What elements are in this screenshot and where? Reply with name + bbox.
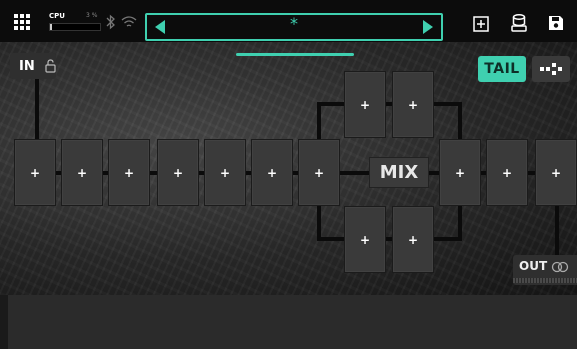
preset-selector[interactable]: * — [145, 13, 443, 41]
cpu-bar — [49, 23, 101, 31]
top-bar: CPU 3 % * — [0, 0, 577, 42]
add-icon: + — [550, 165, 562, 180]
bottom-panel-right[interactable] — [392, 295, 577, 349]
save-icon[interactable] — [545, 12, 567, 34]
block-slot-1[interactable]: + — [14, 139, 56, 206]
input-button[interactable]: IN — [10, 53, 56, 79]
add-icon: + — [501, 165, 513, 180]
add-icon: + — [407, 232, 419, 247]
block-slot-7[interactable]: + — [298, 139, 340, 206]
cpu-meter: CPU 3 % — [46, 12, 102, 34]
add-icon: + — [407, 97, 419, 112]
block-slot-lower-2[interactable]: + — [392, 206, 434, 273]
mix-block[interactable]: MIX — [369, 157, 429, 188]
block-slot-upper-1[interactable]: + — [344, 71, 386, 138]
block-slot-upper-2[interactable]: + — [392, 71, 434, 138]
block-slot-lower-1[interactable]: + — [344, 206, 386, 273]
add-icon: + — [313, 165, 325, 180]
block-slot-5[interactable]: + — [204, 139, 246, 206]
grid-menu-icon[interactable] — [8, 10, 36, 34]
block-slot-8[interactable]: + — [439, 139, 481, 206]
block-slot-9[interactable]: + — [486, 139, 528, 206]
add-icon: + — [219, 165, 231, 180]
output-label: OUT — [519, 259, 548, 273]
add-icon: + — [76, 165, 88, 180]
add-icon: + — [172, 165, 184, 180]
output-meter — [513, 278, 577, 283]
split-bottom-wire — [317, 237, 462, 241]
add-icon: + — [454, 165, 466, 180]
output-button[interactable]: OUT — [513, 255, 577, 285]
add-icon: + — [359, 232, 371, 247]
layout-button[interactable] — [532, 56, 570, 82]
block-slot-4[interactable]: + — [157, 139, 199, 206]
preset-name: * — [290, 14, 298, 33]
link-icon — [551, 261, 569, 273]
add-block-icon[interactable] — [470, 13, 492, 35]
add-icon: + — [29, 165, 41, 180]
library-icon[interactable] — [508, 12, 530, 34]
wifi-icon — [120, 13, 138, 31]
split-top-wire — [317, 102, 462, 106]
block-slot-10[interactable]: + — [535, 139, 577, 206]
unlock-icon — [45, 59, 56, 73]
add-icon: + — [359, 97, 371, 112]
block-slot-3[interactable]: + — [108, 139, 150, 206]
tail-button[interactable]: TAIL — [478, 56, 526, 82]
bottom-panel-center[interactable] — [202, 295, 393, 349]
cpu-bar-fill — [50, 24, 52, 30]
bottom-panel-left[interactable] — [8, 295, 203, 349]
next-preset-icon[interactable] — [423, 20, 433, 34]
cpu-label: CPU — [49, 12, 65, 20]
input-label: IN — [19, 58, 35, 74]
cpu-percent: 3 % — [86, 12, 98, 19]
bluetooth-icon — [104, 13, 118, 31]
layout-icon — [539, 61, 563, 77]
block-slot-2[interactable]: + — [61, 139, 103, 206]
block-slot-6[interactable]: + — [251, 139, 293, 206]
add-icon: + — [266, 165, 278, 180]
page-indicator — [236, 53, 354, 56]
add-icon: + — [123, 165, 135, 180]
